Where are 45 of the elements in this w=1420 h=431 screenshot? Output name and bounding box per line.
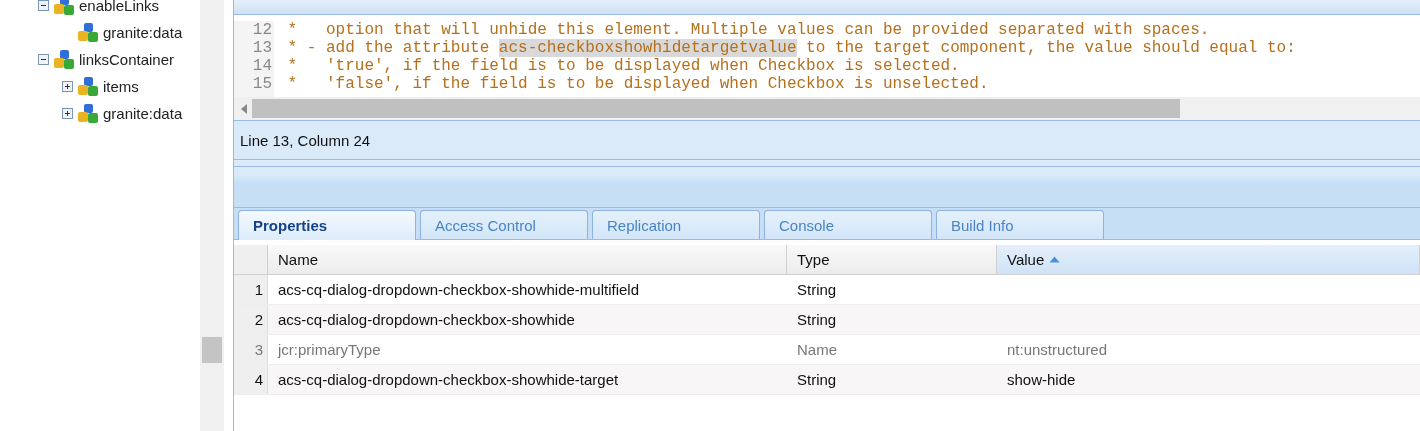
line-number: 13 [251,39,272,57]
scrollbar-thumb[interactable] [202,337,222,363]
column-header[interactable]: Name [268,245,787,274]
node-icon [53,0,75,16]
tree-node-label[interactable]: granite:data [103,105,183,122]
table-cell-text: Name [796,340,838,360]
horizontal-scrollbar[interactable] [234,97,1420,121]
node-icon [77,76,99,97]
column-header[interactable]: Value [997,245,1420,274]
table-cell-text: show-hide [1006,370,1077,390]
expand-icon[interactable] [62,108,73,119]
table-cell-text: jcr:primaryType [276,340,382,360]
table-cell-text: nt:unstructured [1006,340,1109,360]
collapse-icon[interactable] [38,0,49,11]
table-cell-text: acs-cq-dialog-dropdown-checkbox-showhide-multifield [277,280,640,300]
line-number: 12 [251,21,272,39]
table-cell-text: String [796,310,838,330]
node-icon [53,49,75,70]
code-line: * - add the attribute acs-checkboxshowhidetargetvalue to the target component, the value should equal to: [286,39,1296,57]
scroll-left-icon[interactable] [240,102,248,115]
tree-node-label[interactable]: granite:data [103,24,183,41]
line-number: 14 [251,57,272,75]
table-cell-text: String [796,280,838,300]
tab[interactable]: Properties [238,210,416,240]
tree-node-label[interactable]: items [103,78,139,95]
table-cell-text: String [796,370,838,390]
line-number: 15 [251,75,272,93]
code-line: * 'true', if the field is to be displayed when Checkbox is selected. [286,57,961,75]
expand-icon[interactable] [62,81,73,92]
row-number: 4 [234,365,268,394]
node-icon [77,22,99,43]
table-cell-text: acs-cq-dialog-dropdown-checkbox-showhide-target [277,370,620,390]
collapse-icon[interactable] [38,54,49,65]
row-number: 3 [234,335,268,364]
cursor-position: Line 13, Column 24 [240,131,371,149]
tree-node-label[interactable]: linksContainer [79,51,175,68]
node-icon [77,103,99,124]
scrollbar-thumb[interactable] [252,99,1180,118]
row-number: 1 [234,275,268,304]
row-number: 2 [234,305,268,334]
table-cell-text: acs-cq-dialog-dropdown-checkbox-showhide [277,310,576,330]
tree-node-label[interactable]: enableLinks [79,0,160,14]
code-line: * 'false', if the field is to be displayed when Checkbox is unselected. [286,75,990,93]
sort-ascending-icon [1049,256,1061,263]
code-line: * option that will unhide this element. Multiple values can be provided separated with spaces. [286,21,1211,39]
